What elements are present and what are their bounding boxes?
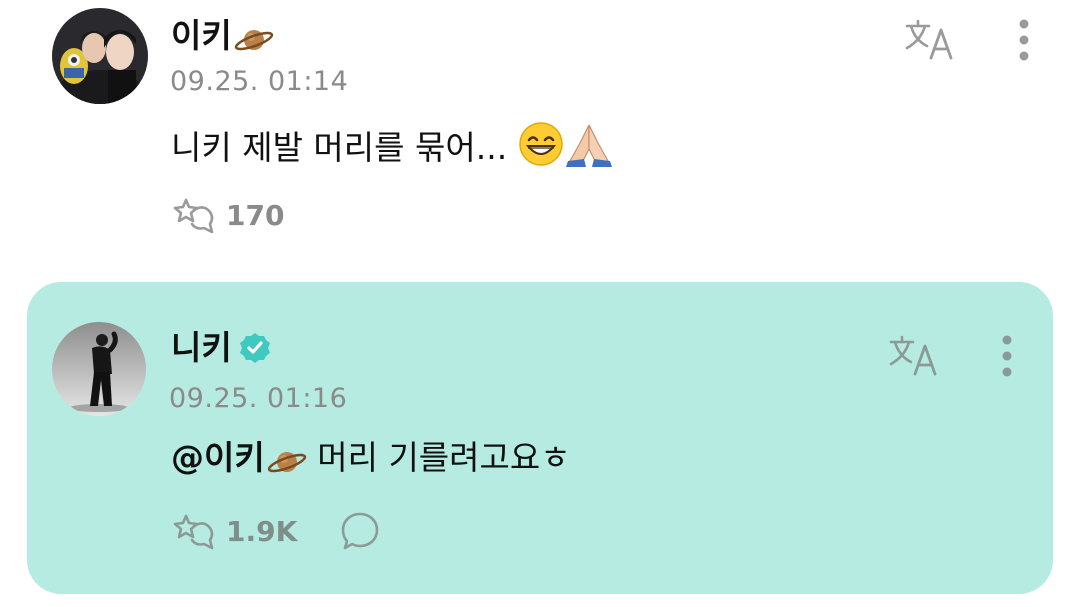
translate-button[interactable] xyxy=(884,332,944,380)
ringed-planet-emoji xyxy=(267,446,307,486)
avatar[interactable] xyxy=(52,8,148,104)
translate-button[interactable] xyxy=(900,16,960,64)
more-options-button[interactable] xyxy=(1004,16,1044,64)
comment-text: @이키 머리 기를려고요ㅎ xyxy=(171,438,571,486)
like-count: 170 xyxy=(226,199,285,232)
comment-text: 니키 제발 머리를 묶어... xyxy=(171,121,614,176)
folded-hands-emoji xyxy=(564,121,614,176)
verified-badge-icon xyxy=(238,331,272,374)
speech-bubble-icon xyxy=(341,512,379,550)
username[interactable]: 니키 xyxy=(171,328,272,374)
beaming-face-emoji xyxy=(518,121,564,176)
translate-icon xyxy=(889,335,937,376)
like-button[interactable]: 1.9K xyxy=(172,512,297,552)
mention[interactable]: @이키 xyxy=(171,438,307,477)
like-count: 1.9K xyxy=(226,515,298,548)
star-hand-like-icon xyxy=(173,198,214,234)
more-options-button[interactable] xyxy=(987,332,1027,380)
translate-icon xyxy=(905,19,953,60)
comment-post: 이키 09.25. 01:14 니키 제발 머리를 묶어... 170 xyxy=(0,0,1080,270)
like-button[interactable]: 170 xyxy=(172,196,284,236)
reply-button[interactable] xyxy=(339,510,381,556)
timestamp: 09.25. 01:14 xyxy=(170,66,349,97)
timestamp: 09.25. 01:16 xyxy=(169,383,348,414)
comment-thread: 이키 09.25. 01:14 니키 제발 머리를 묶어... 170 니키 0… xyxy=(0,0,1080,607)
artist-reply: 니키 09.25. 01:16 @이키 머리 기를려고요ㅎ 1.9K xyxy=(27,282,1053,594)
kebab-menu-icon xyxy=(1002,335,1012,377)
username[interactable]: 이키 xyxy=(171,16,274,64)
avatar[interactable] xyxy=(52,322,146,416)
ringed-planet-emoji xyxy=(234,24,274,64)
star-hand-like-icon xyxy=(173,514,214,550)
kebab-menu-icon xyxy=(1019,19,1029,61)
